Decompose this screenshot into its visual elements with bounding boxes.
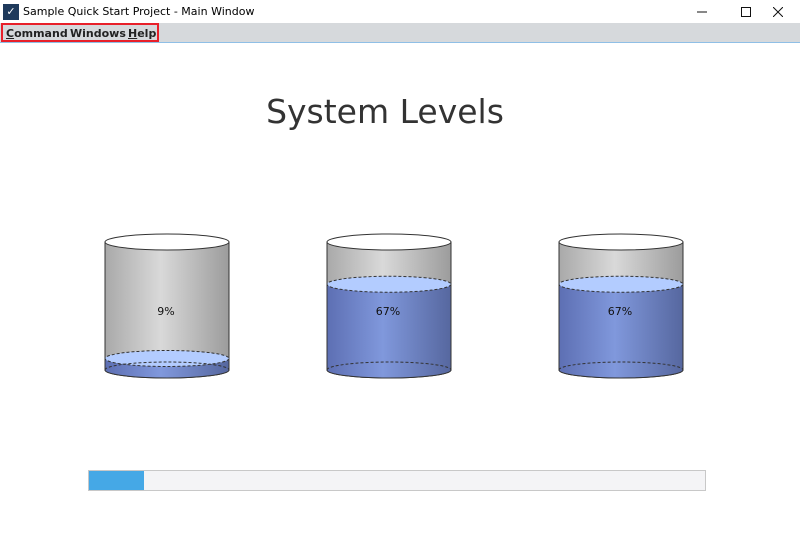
tank-2: 67% (326, 230, 456, 390)
tank-liquid-surface (558, 275, 684, 293)
app-check-icon: ✓ (3, 4, 19, 20)
tank-1-label: 9% (157, 305, 175, 318)
menu-command[interactable]: Command (6, 27, 68, 40)
window-title: Sample Quick Start Project - Main Window (23, 5, 255, 18)
minimize-icon (697, 11, 707, 12)
tank-top-cap (326, 233, 452, 251)
close-button[interactable] (756, 0, 800, 23)
tank-1: 9% (104, 230, 234, 390)
progress-fill (89, 471, 145, 490)
tank-top-cap (558, 233, 684, 251)
menu-windows-prefix: Windows (70, 27, 126, 40)
menu-bar: Command Windows Help (0, 23, 800, 43)
progress-bar (88, 470, 706, 491)
minimize-button[interactable] (680, 0, 724, 23)
tank-liquid-surface (326, 275, 452, 293)
page-title: System Levels (266, 92, 504, 131)
tank-3: 67% (558, 230, 688, 390)
close-icon (773, 6, 783, 17)
menu-help-mnemonic: H (128, 27, 138, 40)
tank-2-label: 67% (375, 305, 401, 318)
title-bar: ✓ Sample Quick Start Project - Main Wind… (0, 0, 800, 23)
menu-command-mnemonic: C (6, 27, 15, 40)
tank-top-cap (104, 233, 230, 251)
maximize-icon (741, 6, 751, 17)
tank-3-label: 67% (607, 305, 633, 318)
menu-windows[interactable]: Windows (70, 27, 126, 40)
menu-help-suffix: elp (137, 27, 157, 40)
menu-help[interactable]: Help (128, 27, 156, 40)
menu-command-suffix: ommand (14, 27, 68, 40)
